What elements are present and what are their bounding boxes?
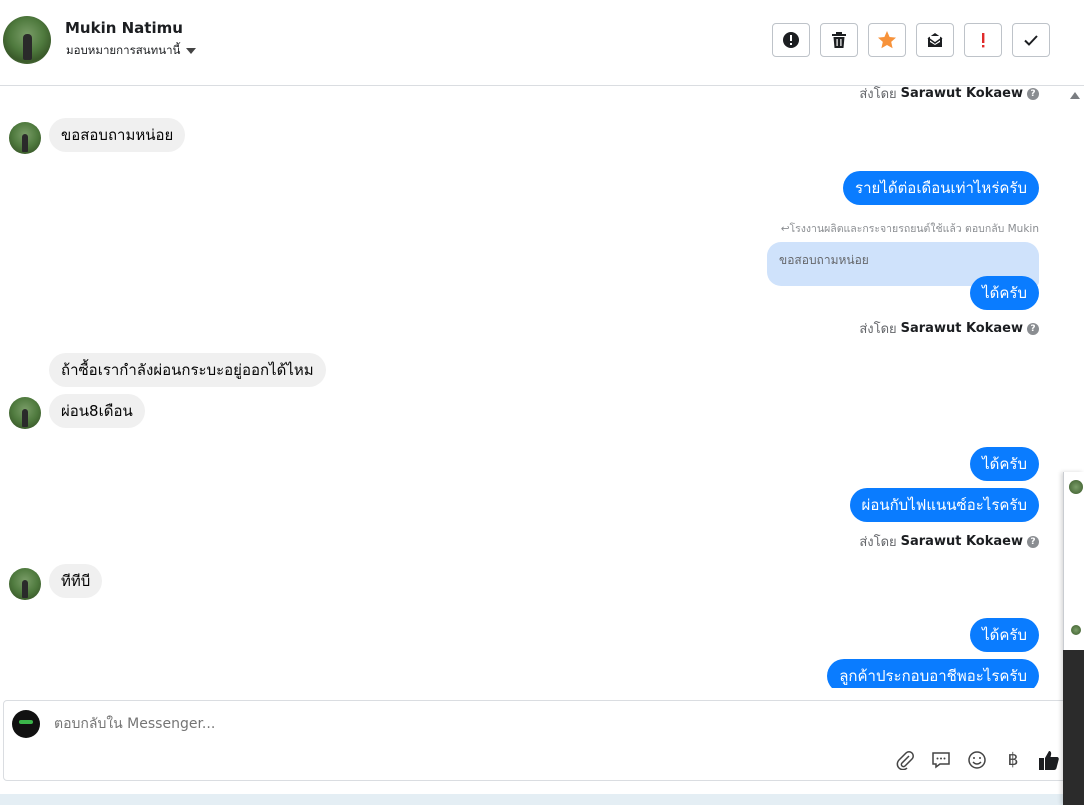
incoming-message[interactable]: ถ้าซื้อเรากำลังผ่อนกระบะอยู่ออกได้ไหม — [49, 353, 326, 387]
conversation-header: Mukin Natimu มอบหมายการสนทนานี้ — [0, 0, 1084, 86]
like-button[interactable] — [1038, 749, 1060, 771]
saved-replies-button[interactable] — [930, 749, 952, 771]
help-icon[interactable]: ? — [1027, 87, 1039, 100]
emoji-button[interactable] — [966, 749, 988, 771]
spam-button[interactable] — [772, 23, 810, 57]
paperclip-icon — [896, 751, 914, 770]
assign-conversation-dropdown[interactable]: มอบหมายการสนทนานี้ — [66, 42, 197, 60]
outgoing-message[interactable]: ลูกค้าประกอบอาชีพอะไรครับ — [827, 659, 1039, 688]
outgoing-message[interactable]: รายได้ต่อเดือนเท่าไหร่ครับ — [843, 171, 1039, 205]
reply-context-label: ↩โรงงานผลิตและกระจายรถยนต์ใช้แล้ว ตอบกลั… — [780, 223, 1039, 235]
chat-bubble-icon — [932, 752, 950, 769]
mark-unread-button[interactable] — [916, 23, 954, 57]
page-avatar — [12, 710, 40, 738]
sent-by-label: ส่งโดย Sarawut Kokaew? — [859, 86, 1039, 104]
bottom-strip — [0, 794, 1063, 805]
reply-composer: ฿ — [3, 700, 1083, 781]
delete-button[interactable] — [820, 23, 858, 57]
contact-avatar-small — [9, 122, 41, 154]
side-dark-panel — [1063, 650, 1084, 805]
help-icon[interactable]: ? — [1027, 535, 1039, 548]
assign-label: มอบหมายการสนทนานี้ — [66, 43, 181, 57]
spam-icon — [783, 32, 799, 48]
message-thread[interactable]: ส่งโดย Sarawut Kokaew? ขอสอบถามหน่อย รายไ… — [0, 86, 1063, 688]
thumbs-up-icon — [1039, 751, 1059, 770]
sent-by-label: ส่งโดย Sarawut Kokaew? — [859, 531, 1039, 552]
scroll-up-arrow-icon[interactable] — [1070, 92, 1080, 99]
attach-button[interactable] — [894, 749, 916, 771]
mark-done-button[interactable] — [1012, 23, 1050, 57]
check-icon — [1024, 35, 1038, 46]
outgoing-message[interactable]: ได้ครับ — [970, 618, 1039, 652]
star-icon — [878, 31, 896, 49]
reply-input[interactable] — [52, 715, 756, 733]
payment-button[interactable]: ฿ — [1002, 749, 1024, 771]
important-icon — [982, 33, 985, 48]
outgoing-message[interactable]: ได้ครับ — [970, 447, 1039, 481]
incoming-message[interactable]: ขอสอบถามหน่อย — [49, 118, 186, 152]
mail-icon — [927, 33, 943, 47]
side-avatar — [1069, 480, 1083, 494]
sent-by-label: ส่งโดย Sarawut Kokaew? — [859, 318, 1039, 339]
trash-icon — [832, 32, 846, 48]
contact-avatar[interactable] — [3, 16, 51, 64]
contact-avatar-small — [9, 397, 41, 429]
incoming-message[interactable]: ผ่อน8เดือน — [49, 394, 145, 428]
caret-down-icon — [186, 48, 197, 54]
outgoing-message[interactable]: ผ่อนกับไฟแนนซ์อะไรครับ — [849, 488, 1039, 522]
important-button[interactable] — [964, 23, 1002, 57]
contact-name[interactable]: Mukin Natimu — [65, 19, 183, 37]
outgoing-message[interactable]: ได้ครับ — [970, 276, 1039, 310]
help-icon[interactable]: ? — [1027, 322, 1039, 335]
smiley-icon — [968, 751, 986, 769]
star-button[interactable] — [868, 23, 906, 57]
contact-avatar-small — [9, 568, 41, 600]
incoming-message[interactable]: ทีทีบี — [49, 564, 103, 598]
side-avatar — [1071, 625, 1081, 635]
